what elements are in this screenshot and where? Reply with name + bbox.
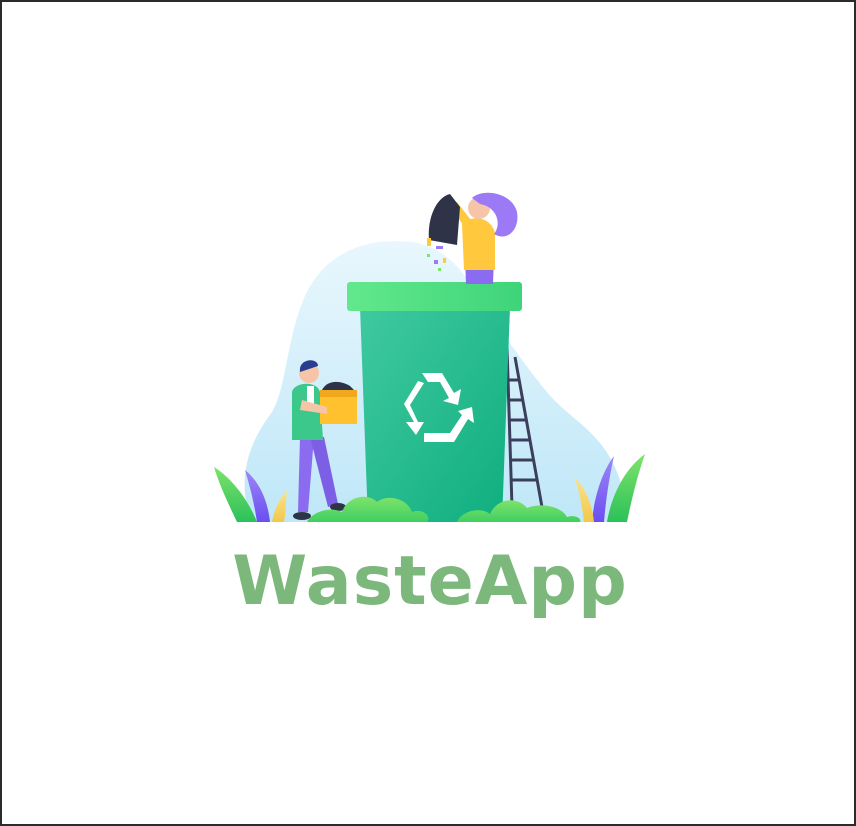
- splash-screen: WasteApp: [0, 0, 856, 826]
- app-title: WasteApp: [232, 542, 628, 621]
- splash-illustration: [214, 192, 645, 523]
- recycle-bin-body: [360, 307, 510, 522]
- recycle-bin-lid: [347, 282, 522, 311]
- woman-figure: [427, 192, 518, 284]
